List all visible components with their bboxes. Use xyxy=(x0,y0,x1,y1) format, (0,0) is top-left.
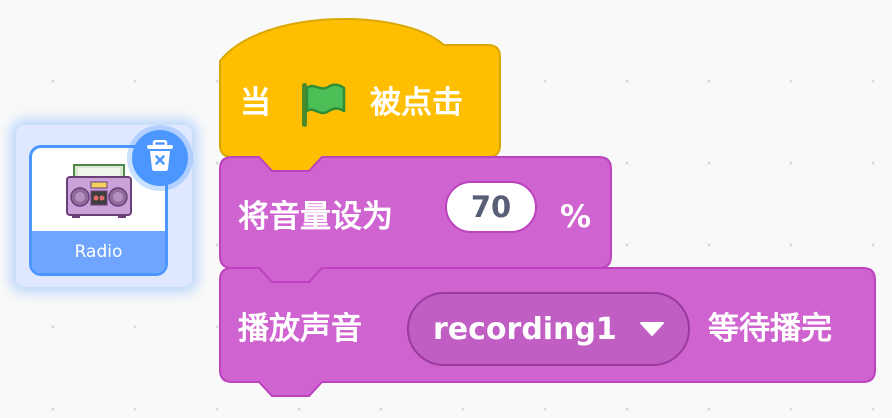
green-flag-icon[interactable] xyxy=(298,80,348,134)
volume-input[interactable]: 70 xyxy=(445,181,537,233)
caret-down-icon xyxy=(639,321,665,337)
code-workspace[interactable]: Radio 当 被点击 将音量设为 70 % 播放声音 recording1 等… xyxy=(0,0,892,418)
sound-dropdown[interactable]: recording1 xyxy=(407,292,690,366)
when-label: 当 xyxy=(240,85,271,121)
set-volume-label: 将音量设为 xyxy=(238,199,393,235)
sound-dropdown-value: recording1 xyxy=(433,311,617,347)
until-done-label: 等待播完 xyxy=(708,311,832,347)
play-sound-label: 播放声音 xyxy=(238,311,362,347)
percent-label: % xyxy=(560,199,592,235)
clicked-label: 被点击 xyxy=(370,85,463,121)
